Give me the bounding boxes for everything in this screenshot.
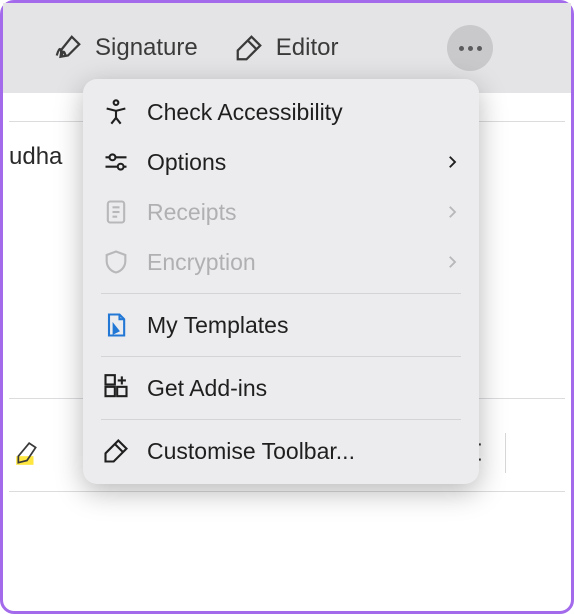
chevron-right-icon (443, 153, 461, 171)
customise-icon (101, 436, 131, 466)
menu-item-receipts: Receipts (83, 187, 479, 237)
menu-item-templates[interactable]: My Templates (83, 300, 479, 350)
editor-label: Editor (276, 34, 339, 62)
menu-item-customise-toolbar[interactable]: Customise Toolbar... (83, 426, 479, 476)
vertical-divider (505, 433, 506, 473)
chevron-right-icon (443, 253, 461, 271)
menu-label: Get Add-ins (147, 375, 267, 402)
editor-button[interactable]: Editor (234, 33, 339, 63)
menu-separator (101, 293, 461, 294)
overflow-menu: Check Accessibility Options Receipts (83, 79, 479, 484)
more-button[interactable] (447, 25, 493, 71)
menu-item-options[interactable]: Options (83, 137, 479, 187)
menu-label: My Templates (147, 312, 288, 339)
menu-label: Options (147, 149, 226, 176)
highlight-icon[interactable] (13, 441, 41, 467)
shield-icon (101, 247, 131, 277)
partial-text: udha (9, 143, 62, 171)
menu-item-accessibility[interactable]: Check Accessibility (83, 87, 479, 137)
sliders-icon (101, 147, 131, 177)
menu-label: Customise Toolbar... (147, 438, 355, 465)
menu-label: Check Accessibility (147, 99, 343, 126)
menu-item-encryption: Encryption (83, 237, 479, 287)
signature-label: Signature (95, 34, 198, 62)
accessibility-icon (101, 97, 131, 127)
ellipsis-icon (459, 46, 482, 51)
menu-label: Encryption (147, 249, 256, 276)
menu-item-addins[interactable]: Get Add-ins (83, 363, 479, 413)
receipt-icon (101, 197, 131, 227)
menu-separator (101, 356, 461, 357)
menu-separator (101, 419, 461, 420)
templates-icon (101, 310, 131, 340)
editor-pen-icon (234, 33, 264, 63)
chevron-right-icon (443, 203, 461, 221)
signature-button[interactable]: Signature (53, 33, 198, 63)
addins-icon (101, 373, 131, 403)
divider (9, 491, 565, 492)
menu-label: Receipts (147, 199, 236, 226)
signature-icon (53, 33, 83, 63)
